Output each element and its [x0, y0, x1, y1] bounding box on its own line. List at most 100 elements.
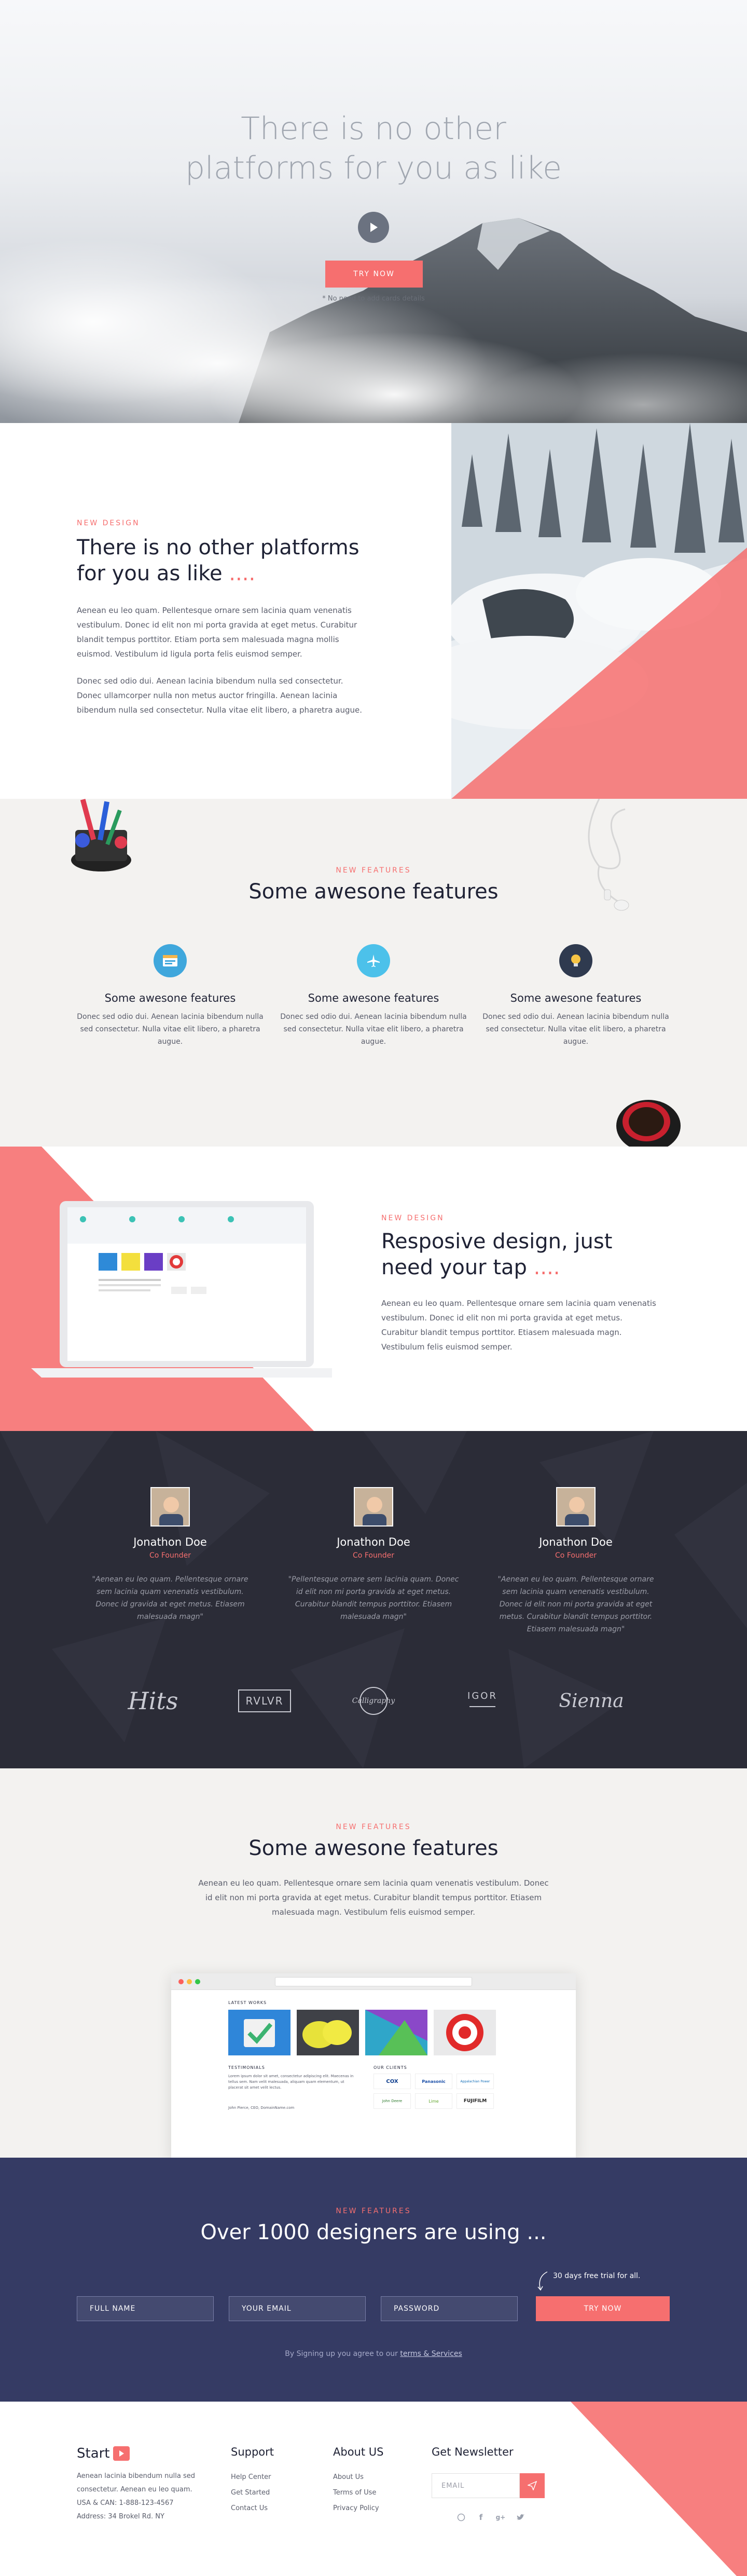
address-bar — [275, 1977, 472, 1986]
testimonial-3-name: Jonathon Doe — [539, 1536, 613, 1548]
responsive-title-line2: need your tap — [381, 1256, 527, 1279]
google-plus-icon[interactable]: g+ — [493, 2510, 508, 2525]
testimonial-card-3: Jonathon Doe Co Founder "Aenean eu leo q… — [490, 1487, 661, 1635]
calligraphy-ornament-icon — [359, 1687, 388, 1715]
dribbble-icon[interactable] — [454, 2510, 468, 2525]
testimonial-card-2: Jonathon Doe Co Founder "Pellentesque or… — [288, 1487, 459, 1623]
testimonial-2-name: Jonathon Doe — [337, 1536, 410, 1548]
design-paragraph-1: Aenean eu leo quam. Pellentesque ornare … — [77, 606, 357, 659]
close-dot-icon — [178, 1979, 184, 1984]
logo-calligraphy: Calligraphy — [342, 1685, 405, 1716]
twitter-icon[interactable] — [513, 2510, 528, 2525]
newsletter-title: Get Newsletter — [432, 2446, 514, 2458]
testimonial-1-role: Co Founder — [149, 1551, 191, 1560]
footer-link-contact-us[interactable]: Contact Us — [231, 2501, 274, 2516]
hero-note: * No need to add cards details — [322, 295, 425, 303]
footer-newsletter-column: Get Newsletter — [432, 2446, 514, 2470]
footer-link-get-started[interactable]: Get Started — [231, 2485, 274, 2501]
browser-mockup: LATEST WORKS TESTIMONIALS Lorem ipsum do… — [171, 1973, 576, 2158]
showcase-quote-author: John Pierce, CEO, DomainName.com — [228, 2106, 295, 2110]
newsletter-email-input[interactable]: EMAIL — [432, 2473, 520, 2498]
responsive-title-line1: Resposive design, just — [381, 1230, 613, 1253]
coral-corner-shape — [571, 2402, 747, 2576]
feature-1-title: Some awesone features — [104, 992, 236, 1004]
logo-sienna: Sienna — [559, 1690, 624, 1712]
client-logo: Panasonic — [415, 2074, 452, 2089]
password-field[interactable]: PASSWORD — [381, 2296, 518, 2321]
avatar — [556, 1487, 596, 1526]
testimonial-2-quote: "Pellentesque ornare sem lacinia quam. D… — [288, 1575, 459, 1621]
responsive-content: NEW DESIGN Resposive design, just need y… — [381, 1214, 661, 1354]
client-logo: Appalachian Power — [457, 2074, 494, 2089]
hero-try-now-button[interactable]: TRY NOW — [325, 261, 423, 288]
clients-label: OUR CLIENTS — [374, 2065, 407, 2070]
coffee-cup-decoration — [616, 1100, 681, 1147]
lightbulb-icon — [559, 944, 592, 977]
signup-title: Over 1000 designers are using ... — [200, 2220, 547, 2244]
design-content: NEW DESIGN There is no other platforms f… — [77, 519, 367, 730]
footer-logo[interactable]: Start — [77, 2446, 201, 2461]
testimonial-3-role: Co Founder — [555, 1551, 597, 1560]
footer-brand-column: Start Aenean lacinia bibendum nulla sed … — [77, 2446, 201, 2524]
testimonial-3-quote: "Aenean eu leo quam. Pellentesque ornare… — [497, 1575, 654, 1633]
latest-works-label: LATEST WORKS — [228, 2000, 267, 2005]
signup-eyebrow: NEW FEATURES — [336, 2207, 411, 2215]
pencil-cup-decoration — [71, 799, 131, 871]
footer-aboutus-column: About US About Us Terms of Use Privacy P… — [333, 2446, 383, 2516]
showcase-title: Some awesone features — [248, 1836, 499, 1860]
design-title-dots: .... — [229, 562, 256, 585]
play-icon — [370, 223, 378, 232]
testimonials-section: Jonathon Doe Co Founder "Aenean eu leo q… — [0, 1431, 747, 1768]
terms-agreement: By Signing up you agree to our terms & S… — [0, 2350, 747, 2358]
signup-header: NEW FEATURES Over 1000 designers are usi… — [0, 2207, 747, 2244]
hero-title: There is no other platforms for you as l… — [0, 109, 747, 188]
responsive-title: Resposive design, just need your tap ...… — [381, 1229, 661, 1280]
showcase-description: Aenean eu leo quam. Pellentesque ornare … — [198, 1878, 549, 1917]
feature-2-text: Donec sed odio dui. Aenean lacinia biben… — [280, 1013, 467, 1046]
footer-section: Start Aenean lacinia bibendum nulla sed … — [0, 2402, 747, 2576]
signup-try-now-button[interactable]: TRY NOW — [536, 2296, 670, 2321]
logo-rvlvr-text: RVLVR — [238, 1689, 291, 1712]
minimize-dot-icon — [187, 1979, 192, 1984]
footer-link-about-us[interactable]: About Us — [333, 2470, 383, 2485]
responsive-design-section: NEW DESIGN Resposive design, just need y… — [0, 1147, 747, 1431]
testimonials-label: TESTIMONIALS — [228, 2065, 265, 2070]
responsive-text: Aenean eu leo quam. Pellentesque ornare … — [381, 1299, 656, 1352]
logo-igor: IGOR — [457, 1685, 508, 1716]
full-name-field[interactable]: FULL NAME — [77, 2296, 214, 2321]
client-logo: FUJIFILM — [457, 2093, 494, 2109]
feature-card-2: Some awesone features Donec sed odio dui… — [280, 944, 467, 1048]
feature-3-title: Some awesone features — [510, 992, 642, 1004]
features-header: NEW FEATURES Some awesone features — [0, 866, 747, 904]
airplane-icon — [357, 944, 390, 977]
showcase-eyebrow: NEW FEATURES — [336, 1823, 411, 1831]
snowy-forest-image — [451, 423, 747, 799]
hero-section: There is no other platforms for you as l… — [0, 0, 747, 423]
footer-link-terms[interactable]: Terms of Use — [333, 2485, 383, 2501]
features-eyebrow: NEW FEATURES — [336, 866, 411, 875]
design-title-line2: for you as like — [77, 562, 223, 585]
newsletter-submit-button[interactable] — [520, 2473, 545, 2498]
feature-card-1: Some awesone features Donec sed odio dui… — [77, 944, 264, 1048]
client-logo: John Deere — [374, 2093, 411, 2109]
design-title: There is no other platforms for you as l… — [77, 535, 367, 587]
curved-arrow-icon — [537, 2271, 548, 2291]
feature-2-title: Some awesone features — [308, 992, 439, 1004]
facebook-icon[interactable]: f — [474, 2510, 488, 2525]
signup-section: NEW FEATURES Over 1000 designers are usi… — [0, 2158, 747, 2402]
email-field[interactable]: YOUR EMAIL — [229, 2296, 366, 2321]
testimonial-1-quote: "Aenean eu leo quam. Pellentesque ornare… — [92, 1575, 248, 1621]
footer-link-privacy[interactable]: Privacy Policy — [333, 2501, 383, 2516]
footer-link-help-center[interactable]: Help Center — [231, 2470, 274, 2485]
terms-link[interactable]: terms & Services — [400, 2350, 462, 2358]
brand-play-icon — [113, 2446, 130, 2461]
latest-works-gallery — [228, 2010, 496, 2055]
support-title: Support — [231, 2446, 274, 2458]
design-paragraph-2: Donec sed odio dui. Aenean lacinia biben… — [77, 676, 363, 715]
showcase-header: NEW FEATURES Some awesone features Aenea… — [0, 1823, 747, 1919]
client-logo: COX — [374, 2074, 411, 2089]
laptop-mockup — [31, 1201, 332, 1378]
play-video-button[interactable] — [358, 212, 389, 243]
client-logo: Lime — [415, 2093, 452, 2109]
hero-title-line2: platforms for you as like — [185, 150, 562, 186]
